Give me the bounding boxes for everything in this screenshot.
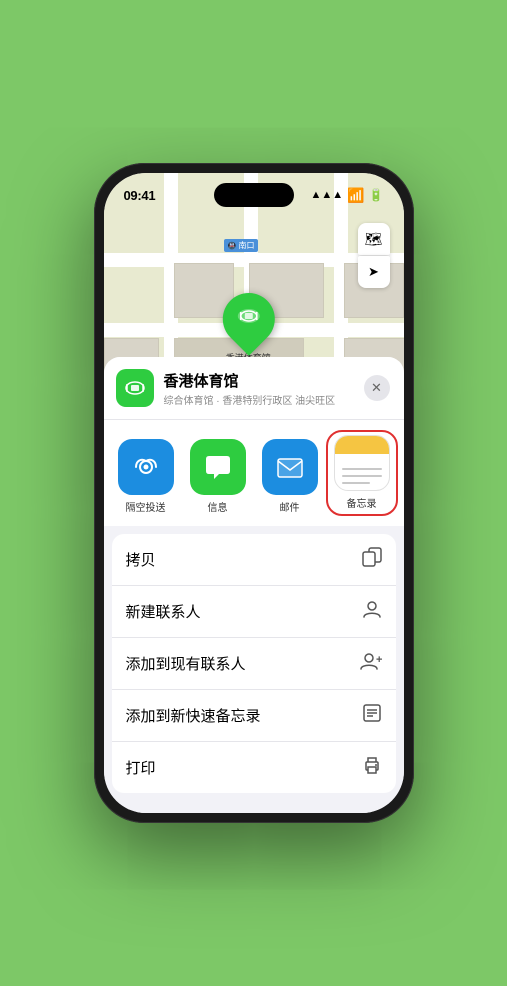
print-icon xyxy=(362,755,382,780)
action-list: 拷贝 新建联系人 xyxy=(112,534,396,793)
phone-screen: 09:41 ▲▲▲ 📶 🔋 xyxy=(104,173,404,813)
status-icons: ▲▲▲ 📶 🔋 xyxy=(310,187,383,204)
airdrop-label: 隔空投送 xyxy=(126,499,166,514)
action-quick-note-label: 添加到新快速备忘录 xyxy=(126,705,261,726)
map-controls: 🗺 ➤ xyxy=(358,223,390,288)
station-label: 🚇 南口 xyxy=(224,239,259,252)
stadium-icon xyxy=(234,302,262,336)
close-button[interactable]: ✕ xyxy=(364,375,390,401)
location-header: 香港体育馆 综合体育馆 · 香港特别行政区 油尖旺区 ✕ xyxy=(104,357,404,419)
svg-text:+: + xyxy=(376,654,382,666)
status-time: 09:41 xyxy=(124,188,156,203)
copy-icon xyxy=(362,547,382,572)
new-contact-icon xyxy=(362,599,382,624)
map-layer-icon: 🗺 xyxy=(365,231,383,248)
notes-icon xyxy=(334,435,390,491)
location-button[interactable]: ➤ xyxy=(358,256,390,288)
location-name: 香港体育馆 xyxy=(164,370,354,391)
share-app-airdrop[interactable]: 隔空投送 xyxy=(112,439,180,514)
share-app-notes[interactable]: 备忘录 xyxy=(328,432,396,514)
add-contact-icon: + xyxy=(360,651,382,676)
action-copy[interactable]: 拷贝 xyxy=(112,534,396,586)
signal-icon: ▲▲▲ xyxy=(310,189,343,201)
airdrop-icon xyxy=(118,439,174,495)
map-layer-button[interactable]: 🗺 xyxy=(358,223,390,255)
notes-lines xyxy=(342,468,382,484)
share-app-mail[interactable]: 邮件 xyxy=(256,439,324,514)
messages-label: 信息 xyxy=(208,499,228,514)
notes-header-strip xyxy=(335,436,389,454)
more-apps-button[interactable] xyxy=(400,458,404,514)
bottom-sheet: 香港体育馆 综合体育馆 · 香港特别行政区 油尖旺区 ✕ xyxy=(104,357,404,813)
quick-note-icon xyxy=(362,703,382,728)
action-print-label: 打印 xyxy=(126,757,156,778)
action-new-contact[interactable]: 新建联系人 xyxy=(112,586,396,638)
action-copy-label: 拷贝 xyxy=(126,549,156,570)
action-new-contact-label: 新建联系人 xyxy=(126,601,201,622)
share-app-messages[interactable]: 信息 xyxy=(184,439,252,514)
action-quick-note[interactable]: 添加到新快速备忘录 xyxy=(112,690,396,742)
notes-line xyxy=(342,482,370,484)
location-venue-icon xyxy=(116,369,154,407)
wifi-icon: 📶 xyxy=(347,187,364,204)
battery-icon: 🔋 xyxy=(369,188,384,202)
action-add-contact-label: 添加到现有联系人 xyxy=(126,653,246,674)
notes-label: 备忘录 xyxy=(347,495,377,510)
dynamic-island xyxy=(214,183,294,207)
notes-line xyxy=(342,468,382,470)
location-arrow-icon: ➤ xyxy=(368,264,379,280)
map-pin[interactable]: 香港体育馆 xyxy=(222,293,274,364)
share-apps-row: 隔空投送 信息 xyxy=(104,420,404,526)
mail-icon xyxy=(262,439,318,495)
location-info: 香港体育馆 综合体育馆 · 香港特别行政区 油尖旺区 xyxy=(164,370,354,407)
phone-frame: 09:41 ▲▲▲ 📶 🔋 xyxy=(94,163,414,823)
action-add-contact[interactable]: 添加到现有联系人 + xyxy=(112,638,396,690)
mail-label: 邮件 xyxy=(280,499,300,514)
close-icon: ✕ xyxy=(371,380,382,396)
more-dots xyxy=(400,458,404,514)
location-subtitle: 综合体育馆 · 香港特别行政区 油尖旺区 xyxy=(164,392,354,407)
messages-icon xyxy=(190,439,246,495)
notes-line xyxy=(342,475,382,477)
pin-circle xyxy=(212,282,286,356)
action-print[interactable]: 打印 xyxy=(112,742,396,793)
